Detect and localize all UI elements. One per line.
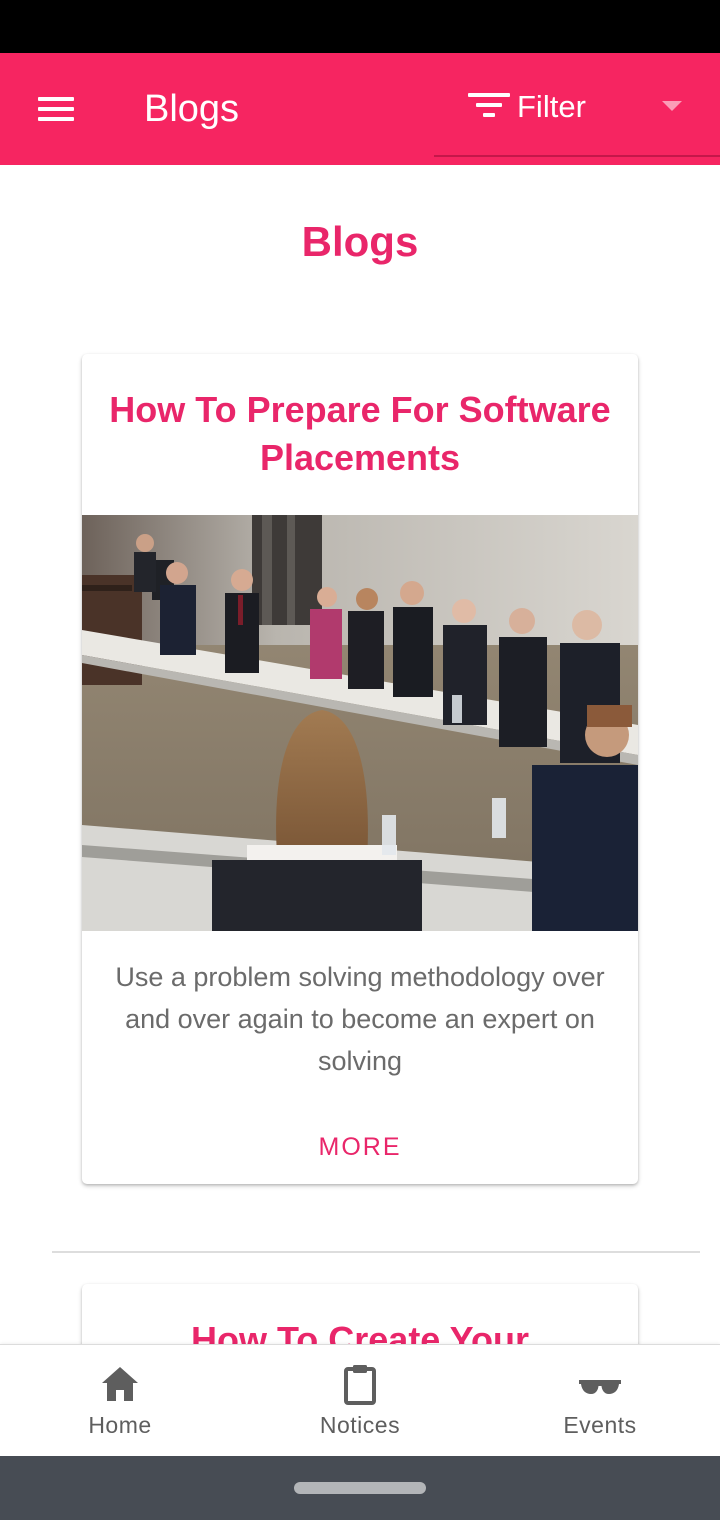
nav-label-notices: Notices bbox=[319, 1412, 401, 1438]
app-bar-title: Blogs bbox=[144, 88, 240, 130]
clipboard-icon bbox=[344, 1365, 376, 1405]
nav-item-home[interactable]: Home bbox=[0, 1345, 240, 1457]
filter-dropdown[interactable]: Filter bbox=[434, 53, 720, 157]
home-icon bbox=[102, 1367, 138, 1401]
blog-photo bbox=[82, 515, 638, 931]
filter-icon bbox=[468, 93, 512, 123]
blog-description: Use a problem solving methodology over a… bbox=[115, 962, 605, 1076]
page-title: Blogs bbox=[301, 218, 419, 265]
app-bar: Blogs Filter bbox=[0, 53, 720, 165]
divider bbox=[52, 1251, 700, 1253]
status-bar bbox=[0, 0, 720, 53]
nav-label-events: Events bbox=[563, 1412, 637, 1438]
system-navigation-bar bbox=[0, 1456, 720, 1520]
bottom-navigation: Home Notices Events bbox=[0, 1344, 720, 1456]
filter-label: Filter bbox=[517, 89, 586, 124]
blog-title: How To Prepare For Software Placements bbox=[109, 389, 611, 478]
nav-item-notices[interactable]: Notices bbox=[240, 1345, 480, 1457]
home-gesture-handle[interactable] bbox=[294, 1482, 426, 1494]
menu-button[interactable] bbox=[26, 81, 86, 137]
dropdown-caret-icon bbox=[662, 101, 682, 111]
nav-label-home: Home bbox=[88, 1412, 152, 1438]
nav-item-events[interactable]: Events bbox=[480, 1345, 720, 1457]
more-button[interactable]: MORE bbox=[290, 1124, 430, 1170]
blog-card: How To Prepare For Software Placements U… bbox=[82, 354, 638, 1184]
sunglasses-icon bbox=[579, 1380, 621, 1394]
